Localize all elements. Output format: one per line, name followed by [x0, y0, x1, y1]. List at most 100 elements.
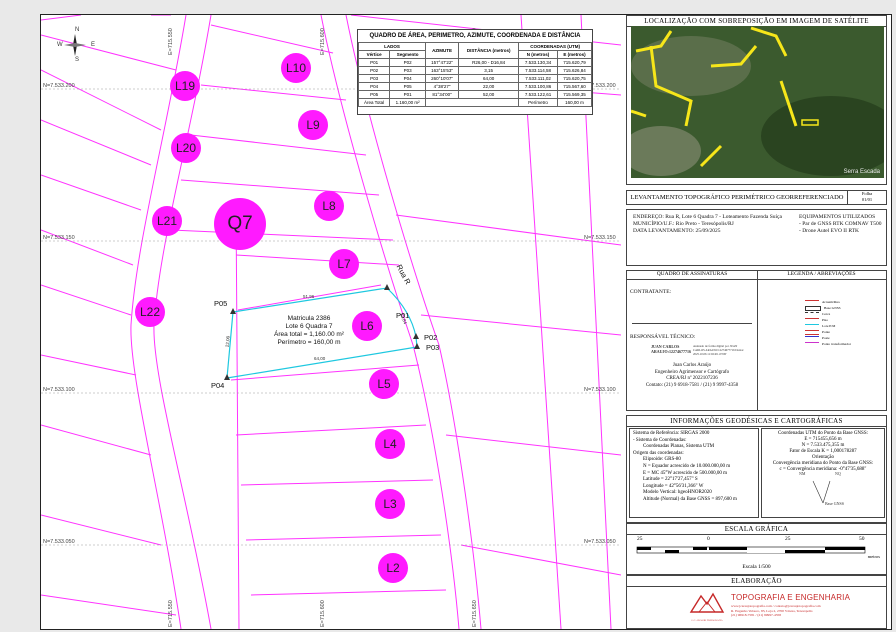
lote-line: Lote 6 Quadra 7: [285, 323, 333, 330]
lot-marker[interactable]: L21: [152, 206, 182, 236]
cell: P04: [357, 82, 391, 91]
cell: P05: [357, 90, 391, 99]
scale-bar: [636, 546, 866, 554]
table-row: P02 P03 163°15'53" 3,15 7.533.114,58 715.626,…: [357, 66, 593, 75]
geodesic-left: Sistema de Referência: SIRGAS 2000 - Sis…: [629, 428, 759, 518]
cell: R26,00 - D16,84: [458, 58, 520, 67]
lot-marker[interactable]: L7: [329, 249, 359, 279]
grid-e-label: E=715.550: [168, 28, 174, 55]
header-vertice: Vértice: [357, 50, 391, 59]
geodesic-title: INFORMAÇÕES GEODÉSICAS E CARTOGRÁFICAS: [627, 416, 886, 427]
digital-signature-note: Assinado de forma digital por JUAN CARLO…: [693, 344, 744, 356]
lot-marker[interactable]: L4: [375, 429, 405, 459]
base-label: Base GNSS: [825, 501, 845, 506]
lot-marker[interactable]: L5: [369, 369, 399, 399]
north-arrow: [63, 33, 87, 57]
drawing-sheet: N S W E N=7.533.200 N=7.533.150 N=7.533.…: [40, 14, 892, 630]
cell: P05: [389, 82, 427, 91]
legend-label: Lote P/M: [822, 324, 836, 328]
site-map: N S W E N=7.533.200 N=7.533.150 N=7.533.…: [41, 15, 621, 629]
cell: 715.567,60: [556, 82, 593, 91]
grid-n-label: N=7.533.150: [43, 235, 75, 241]
lot-marker[interactable]: L9: [298, 110, 328, 140]
lot-marker[interactable]: L3: [375, 489, 405, 519]
cell: 4°38'27": [425, 82, 460, 91]
scale-unit: metros: [867, 554, 880, 559]
lot-marker[interactable]: L2: [378, 553, 408, 583]
company-line: (21) 96918-7581 / (21) 99997-4358: [731, 613, 781, 617]
header-azimute: AZIMUTE: [425, 42, 460, 59]
lot-marker[interactable]: L20: [171, 133, 201, 163]
company-logo-icon: [689, 592, 725, 613]
grid-n-label: N=7.533.100: [43, 387, 75, 393]
legend-label: Arruam/Rua: [822, 300, 840, 304]
company-short: J. C. ARAUJO TOPOGRAFIA: [691, 619, 723, 622]
vertex-label: P04: [211, 381, 225, 390]
geo-line: c = Convergência meridiana: -0°47'35,688…: [779, 467, 867, 472]
geo-line: - Sistema de Coordenadas:: [633, 437, 687, 443]
cell: P03: [389, 66, 427, 75]
cell: P02: [357, 66, 391, 75]
legend-label: Ponto transformador: [822, 342, 851, 346]
grid-n-label: N=7.533.200: [43, 83, 75, 89]
cell: 7.533.130,34: [518, 58, 558, 67]
cell: 715.620,75: [556, 74, 593, 83]
geo-line: Latitude = 22°17'27,457" S: [643, 477, 698, 483]
cell: 160,00 m: [556, 98, 593, 107]
south-label: S: [75, 57, 80, 63]
swatch: [805, 300, 819, 304]
cell: 163°15'53": [425, 66, 460, 75]
lot-marker[interactable]: L6: [352, 311, 382, 341]
geo-line: Longitude = 42°56'31,366" W: [643, 483, 704, 489]
lot-marker[interactable]: L10: [281, 53, 311, 83]
elaboration-title: ELABORAÇÃO: [627, 576, 886, 587]
coordinates-table: LADOS AZIMUTE DISTÂNCIA (metros) COORDEN…: [357, 42, 593, 107]
cell: 52,00: [458, 90, 520, 99]
distance-label: 51,96: [303, 294, 315, 299]
area-line: Área total = 1,160.00 m²: [274, 331, 344, 338]
header-segmento: Segmento: [389, 50, 427, 59]
lot-marker[interactable]: L22: [135, 297, 165, 327]
cell: 7.533.111,02: [518, 74, 558, 83]
lot-marker[interactable]: L19: [170, 71, 200, 101]
grid-n-label: N=7.533.150: [584, 235, 616, 241]
geodesic-right: Coordenadas UTM do Ponto da Base GNSS: E…: [761, 428, 885, 518]
grid-n-label: N=7.533.100: [584, 387, 616, 393]
block-marker[interactable]: Q7: [214, 198, 266, 250]
municipality-line: MUNICÍPIO/U.F.: Rio Preto - Teresópolis/…: [633, 221, 734, 227]
company-line: www.jcaraujotopografia.com / contato@jca…: [731, 604, 821, 608]
legend-title: LEGENDA / ABREVIAÇÕES: [757, 271, 886, 280]
west-label: W: [57, 42, 63, 48]
compass-icon: [64, 34, 86, 56]
elaboration-box: ELABORAÇÃO J. C. ARAUJO TOPOGRAFIA TOPOG…: [626, 575, 887, 629]
swatch: [805, 329, 819, 335]
table-row: P03 P04 260°10'07" 64,00 7.533.111,02 715.620…: [357, 74, 593, 83]
grid-e-label: E=715.550: [168, 600, 174, 627]
vertex-label: P05: [214, 299, 228, 308]
legend-label: Piso: [822, 318, 829, 322]
cell: 157°47'22": [425, 58, 460, 67]
distance-label: 22,00: [224, 335, 231, 348]
swatch: [805, 305, 821, 311]
matricula-line: Matricula 2386: [287, 315, 331, 322]
lot-marker[interactable]: L8: [314, 191, 344, 221]
nm-label: NM: [799, 471, 806, 476]
table-row: Área Total 1.160,00 m² Perímetro 160,00 m: [357, 98, 593, 107]
cell: Perímetro: [518, 98, 558, 107]
satellite-image: Serra Escada: [631, 26, 884, 178]
legend-label: Cerca: [822, 312, 831, 316]
equipment-title: EQUIPAMENTOS UTILIZADOS: [799, 214, 876, 220]
geodesic-box: INFORMAÇÕES GEODÉSICAS E CARTOGRÁFICAS S…: [626, 415, 887, 523]
cell: 7.533.114,58: [518, 66, 558, 75]
geo-line: Altitude (Normal) da Base GNSS = 897,600…: [643, 496, 737, 502]
legend-label: Poste: [822, 336, 830, 340]
satellite-box: LOCALIZAÇÃO COM SOBREPOSIÇÃO EM IMAGEM D…: [626, 15, 887, 185]
cell: 7.533.100,86: [518, 82, 558, 91]
equipment-item: - Par de GNSS RTK COMNAV T500: [799, 221, 882, 227]
cell: [425, 98, 520, 107]
grid-e-label: E=715.650: [472, 600, 478, 627]
cell: 260°10'07": [425, 74, 460, 83]
cell: P04: [389, 74, 427, 83]
nq-label: NQ: [835, 471, 841, 476]
folha-value: 01/01: [861, 197, 873, 202]
